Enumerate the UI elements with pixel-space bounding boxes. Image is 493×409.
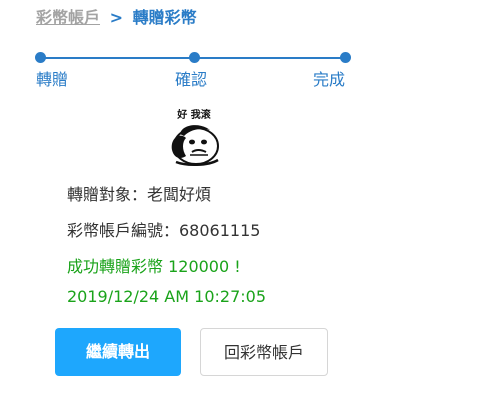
- continue-transfer-button[interactable]: 繼續轉出: [55, 328, 181, 376]
- panda-meme-sticker: 好 我滚: [166, 106, 222, 168]
- account-number-text: 彩幣帳戶編號：68061115: [67, 221, 261, 240]
- back-to-account-button[interactable]: 回彩幣帳戶: [200, 328, 328, 376]
- step-dot-confirm: [189, 52, 200, 63]
- step-dot-transfer: [35, 52, 46, 63]
- transfer-timestamp: 2019/12/24 AM 10:27:05: [67, 287, 266, 306]
- sticker-caption: 好 我滚: [176, 108, 211, 121]
- success-message: 成功轉贈彩幣 120000 !: [67, 257, 241, 276]
- step-dot-complete: [340, 52, 351, 63]
- step-label-transfer: 轉贈: [36, 70, 69, 89]
- step-label-complete: 完成: [313, 70, 346, 89]
- progress-stepper: 轉贈 確認 完成: [0, 0, 493, 100]
- recipient-text: 轉贈對象：老闆好煩: [67, 185, 212, 204]
- step-label-confirm: 確認: [175, 70, 208, 89]
